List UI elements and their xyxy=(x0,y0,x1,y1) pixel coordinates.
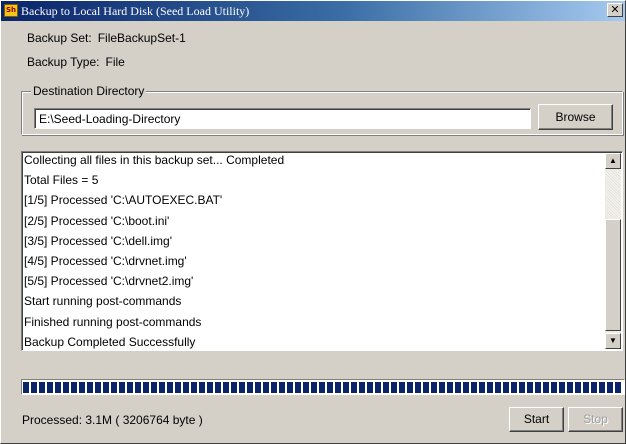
backup-set-row: Backup Set: FileBackupSet-1 xyxy=(27,31,186,45)
backup-progress-bar xyxy=(21,379,625,395)
backup-set-value: FileBackupSet-1 xyxy=(97,31,186,45)
browse-button[interactable]: Browse xyxy=(538,104,613,130)
log-line: Backup Completed Successfully xyxy=(24,334,196,349)
scroll-up-arrow-icon[interactable]: ▲ xyxy=(605,153,621,169)
processed-status-text: Processed: 3.1M ( 3206764 byte ) xyxy=(22,413,203,427)
stop-button[interactable]: Stop xyxy=(568,407,623,432)
log-scrollbar[interactable]: ▲ ▼ xyxy=(605,153,621,349)
destination-path-input[interactable] xyxy=(34,108,531,129)
backup-set-label: Backup Set: xyxy=(27,31,92,45)
backup-dialog-window: Sh Backup to Local Hard Disk (Seed Load … xyxy=(0,0,626,444)
log-line: [1/5] Processed 'C:\AUTOEXEC.BAT' xyxy=(24,193,223,208)
log-line: Finished running post-commands xyxy=(24,314,202,329)
log-text-area[interactable]: Collecting all files in this backup set.… xyxy=(21,151,623,351)
log-line: Collecting all files in this backup set.… xyxy=(24,153,285,167)
close-icon[interactable]: ✕ xyxy=(607,3,623,17)
scroll-down-arrow-icon[interactable]: ▼ xyxy=(605,333,621,349)
progress-fill xyxy=(23,382,623,393)
backup-type-row: Backup Type: File xyxy=(27,55,125,69)
log-line: Start running post-commands xyxy=(24,294,182,309)
destination-group-label: Destination Directory xyxy=(31,84,147,98)
backup-type-label: Backup Type: xyxy=(27,55,100,69)
window-title: Backup to Local Hard Disk (Seed Load Uti… xyxy=(21,4,250,18)
log-line: [4/5] Processed 'C:\drvnet.img' xyxy=(24,253,187,268)
log-line: [5/5] Processed 'C:\drvnet2.img' xyxy=(24,274,194,289)
log-line: Total Files = 5 xyxy=(24,173,99,188)
scroll-thumb[interactable] xyxy=(605,219,621,331)
log-line: [2/5] Processed 'C:\boot.ini' xyxy=(24,213,170,228)
backup-type-value: File xyxy=(105,55,125,69)
log-line: [3/5] Processed 'C:\dell.img' xyxy=(24,233,172,248)
title-bar[interactable]: Sh Backup to Local Hard Disk (Seed Load … xyxy=(1,1,625,21)
log-lines: Collecting all files in this backup set.… xyxy=(24,153,602,350)
seed-load-app-icon: Sh xyxy=(4,4,18,17)
start-button[interactable]: Start xyxy=(509,407,564,432)
